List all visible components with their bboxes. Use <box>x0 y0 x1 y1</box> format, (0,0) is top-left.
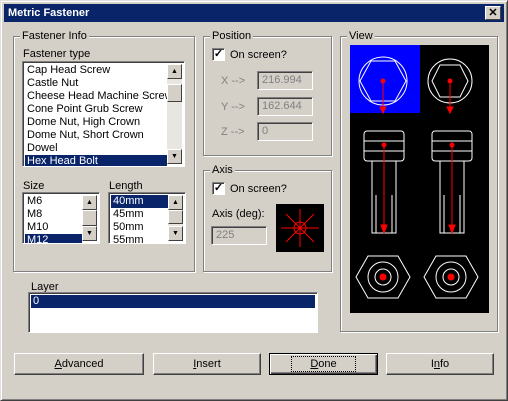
x-field[interactable]: 216.994 <box>257 71 313 90</box>
advanced-button[interactable]: Advanced <box>14 353 144 375</box>
size-item[interactable]: M6 <box>25 195 82 208</box>
y-label: Y --> <box>221 101 245 113</box>
check-icon: ✓ <box>213 182 224 194</box>
scroll-down-icon[interactable]: ▼ <box>168 226 183 241</box>
scroll-down-icon[interactable]: ▼ <box>167 149 182 164</box>
done-focus-rect: Done <box>291 356 356 372</box>
advanced-label-accel: A <box>54 358 62 370</box>
close-button[interactable]: ✕ <box>485 6 501 20</box>
z-field[interactable]: 0 <box>257 122 313 141</box>
length-item[interactable]: 40mm <box>111 195 168 208</box>
position-on-screen-checkbox[interactable]: ✓ <box>212 48 225 61</box>
axis-on-screen-label: On screen? <box>230 183 287 195</box>
axis-deg-label: Axis (deg): <box>212 208 265 220</box>
view-title: View <box>347 30 375 42</box>
layer-item[interactable]: 0 <box>31 295 315 308</box>
window-title: Metric Fastener <box>8 7 90 19</box>
scroll-thumb[interactable] <box>167 84 182 102</box>
y-field[interactable]: 162.644 <box>257 97 313 116</box>
scroll-down-icon[interactable]: ▼ <box>82 226 97 241</box>
fastener-type-item[interactable]: Cap Head Screw <box>25 64 167 77</box>
scroll-thumb[interactable] <box>82 210 97 226</box>
layer-list[interactable]: 0 <box>28 292 318 333</box>
size-list[interactable]: M6 M8 M10 M12 ▲ ▼ <box>22 192 100 244</box>
fastener-type-item[interactable]: Dowel <box>25 142 167 155</box>
axis-on-screen-checkbox[interactable]: ✓ <box>212 182 225 195</box>
insert-label-post: nsert <box>196 358 221 370</box>
axis-title: Axis <box>210 164 235 176</box>
fastener-views-icon <box>355 56 479 299</box>
axis-compass-icon <box>281 209 319 247</box>
insert-button[interactable]: Insert <box>153 353 261 375</box>
size-item[interactable]: M8 <box>25 208 82 221</box>
scroll-up-icon[interactable]: ▲ <box>82 195 97 210</box>
length-list[interactable]: 40mm 45mm 50mm 55mm ▲ ▼ <box>108 192 186 244</box>
position-title: Position <box>210 30 254 42</box>
x-label: X --> <box>221 75 246 87</box>
advanced-label-post: dvanced <box>61 358 104 370</box>
axis-deg-field[interactable]: 225 <box>211 226 267 245</box>
layer-items: 0 <box>31 295 315 308</box>
scroll-thumb[interactable] <box>168 210 183 224</box>
size-item[interactable]: M12 <box>25 234 82 243</box>
scroll-up-icon[interactable]: ▲ <box>167 64 182 79</box>
axis-direction-control[interactable] <box>276 204 324 252</box>
position-on-screen-label: On screen? <box>230 49 287 61</box>
length-label: Length <box>109 180 143 192</box>
fastener-type-item[interactable]: Castle Nut <box>25 77 167 90</box>
size-scrollbar[interactable]: ▲ ▼ <box>82 195 97 241</box>
size-items: M6 M8 M10 M12 <box>25 195 82 243</box>
size-label: Size <box>23 180 45 192</box>
info-button[interactable]: Info <box>386 353 494 375</box>
length-item[interactable]: 55mm <box>111 234 168 243</box>
fastener-type-item[interactable]: Dome Nut, Short Crown <box>25 129 167 142</box>
scroll-up-icon[interactable]: ▲ <box>168 195 183 210</box>
view-panel[interactable] <box>350 45 489 313</box>
fastener-type-scrollbar[interactable]: ▲ ▼ <box>167 64 182 164</box>
fastener-type-items: Cap Head Screw Castle Nut Cheese Head Mach… <box>25 64 167 166</box>
length-item[interactable]: 50mm <box>111 221 168 234</box>
title-bar[interactable]: Metric Fastener ✕ <box>4 4 504 22</box>
fastener-type-item[interactable]: Cone Point Grub Screw <box>25 103 167 116</box>
done-label-post: one <box>318 358 337 370</box>
fastener-type-item[interactable]: Cheese Head Machine Screw <box>25 90 167 103</box>
length-item[interactable]: 45mm <box>111 208 168 221</box>
fastener-type-label: Fastener type <box>23 48 91 60</box>
done-button[interactable]: Done <box>269 353 378 375</box>
size-item[interactable]: M10 <box>25 221 82 234</box>
z-label: Z --> <box>221 126 245 138</box>
fastener-info-title: Fastener Info <box>20 30 89 42</box>
check-icon: ✓ <box>213 48 224 60</box>
length-items: 40mm 45mm 50mm 55mm <box>111 195 168 243</box>
fastener-type-item[interactable]: Dome Nut, High Crown <box>25 116 167 129</box>
info-label-post: fo <box>440 358 450 370</box>
fastener-type-item[interactable]: Hex Head Bolt <box>25 155 167 166</box>
length-scrollbar[interactable]: ▲ ▼ <box>168 195 183 241</box>
fastener-type-list[interactable]: Cap Head Screw Castle Nut Cheese Head Mach… <box>22 61 185 167</box>
